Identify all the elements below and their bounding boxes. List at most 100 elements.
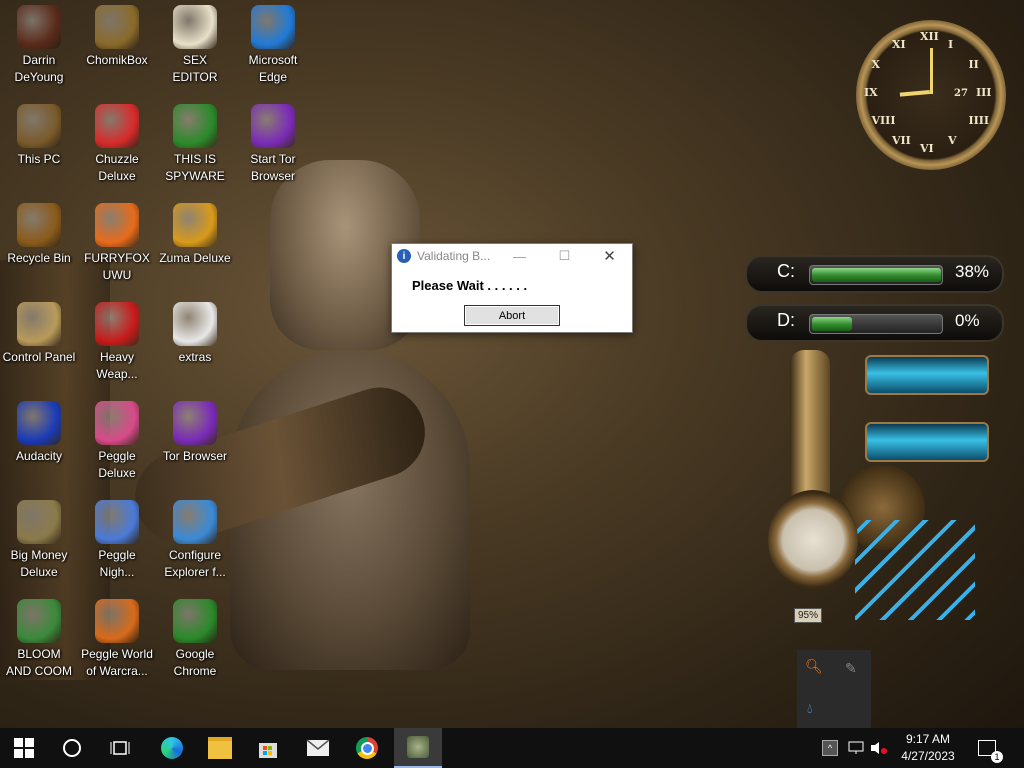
desktop-icon[interactable]: Chuzzle Deluxe [78, 104, 156, 185]
desktop-icon-label: FURRYFOX UWU [84, 251, 150, 282]
desktop-icon[interactable]: Control Panel [0, 302, 78, 366]
dialog-title: Validating B... [417, 249, 491, 263]
info-icon: i [397, 249, 411, 263]
desktop-icon[interactable]: Tor Browser [156, 401, 234, 465]
desktop-icon[interactable]: Configure Explorer f... [156, 500, 234, 581]
desktop-icon[interactable]: THIS IS SPYWARE [156, 104, 234, 185]
droplet-icon[interactable]: 💧︎ [807, 700, 813, 717]
taskbar-mail[interactable] [294, 728, 342, 768]
peggle-icon [95, 401, 139, 445]
desktop[interactable]: Darrin DeYoung ChomikBox SEX EDITOR Microso… [0, 0, 1024, 728]
desktop-icon[interactable]: BLOOM AND COOM [0, 599, 78, 680]
desktop-icon[interactable]: Big Money Deluxe [0, 500, 78, 581]
start-button[interactable] [0, 728, 48, 768]
drive-meter-c[interactable]: C: 38% [745, 255, 1004, 293]
peggle-icon [95, 599, 139, 643]
desktop-icon-label: THIS IS SPYWARE [165, 152, 225, 183]
drive-meter-d[interactable]: D: 0% [745, 304, 1004, 342]
desktop-icon[interactable]: extras [156, 302, 234, 366]
desktop-icon[interactable]: Darrin DeYoung [0, 5, 78, 86]
clock-numeral: IIII [968, 114, 990, 127]
desktop-icon[interactable]: This PC [0, 104, 78, 168]
desktop-icon[interactable]: Peggle Nigh... [78, 500, 156, 581]
close-button[interactable]: ✕ [587, 244, 632, 268]
drive-letter: C: [777, 261, 795, 281]
minimize-button[interactable]: — [497, 244, 542, 268]
notification-icon: 1 [978, 740, 1003, 763]
hxd-editor-icon [173, 5, 217, 49]
search-button[interactable] [48, 728, 96, 768]
desktop-icon-label: extras [178, 350, 212, 364]
clock-numeral: XI [892, 37, 906, 51]
desktop-icon[interactable]: SEX EDITOR [156, 5, 234, 86]
chrome-icon [356, 737, 378, 759]
show-hidden-icons-button[interactable]: ^ [818, 728, 842, 768]
clock-date: 4/27/2023 [901, 749, 955, 763]
taskbar-chrome[interactable] [343, 728, 391, 768]
drive-percent: 0% [955, 311, 980, 330]
desktop-icon[interactable]: Heavy Weap... [78, 302, 156, 383]
ram-tube [865, 422, 989, 462]
desktop-icon[interactable]: Peggle Deluxe [78, 401, 156, 482]
network-tray[interactable] [844, 728, 868, 768]
search-icon[interactable]: 🔍︎ [805, 658, 823, 675]
desktop-icon[interactable]: Start Tor Browser [234, 104, 312, 185]
clock-numeral: XII [920, 30, 939, 43]
tor-icon [173, 401, 217, 445]
desktop-icon[interactable]: Google Chrome [156, 599, 234, 680]
clock-numeral: II [968, 58, 979, 71]
desktop-icon[interactable]: Peggle World of Warcra... [78, 599, 156, 680]
desktop-icon-label: Zuma Deluxe [159, 251, 231, 265]
network-icon [848, 741, 864, 754]
dialog-titlebar[interactable]: i Validating B... — ☐ ✕ [392, 244, 632, 268]
clock-numeral: III [976, 86, 992, 99]
desktop-icon-label: Recycle Bin [7, 251, 71, 265]
desktop-icon[interactable]: Audacity [0, 401, 78, 465]
tray-overflow-flyout: 🔍︎ ✎ 💧︎ [797, 650, 871, 728]
file-icon [173, 302, 217, 346]
edge-icon [161, 737, 183, 759]
drive-usage-bar [809, 314, 943, 334]
desktop-icon[interactable]: Recycle Bin [0, 203, 78, 267]
taskbar-store[interactable] [244, 728, 292, 768]
action-center-button[interactable]: 1 [972, 728, 1003, 768]
system-clock[interactable]: 9:17 AM 4/27/2023 [886, 731, 970, 765]
computer-icon [17, 104, 61, 148]
desktop-icon[interactable]: ChomikBox [78, 5, 156, 69]
zuma-icon [173, 203, 217, 247]
dialog-message: Please Wait . . . . . . [412, 278, 528, 293]
desktop-icon-label: Peggle Deluxe [98, 449, 136, 480]
chuzzle-icon [95, 104, 139, 148]
taskbar-file-explorer[interactable] [196, 728, 244, 768]
taskbar-validating-app[interactable] [394, 728, 442, 768]
desktop-icon[interactable]: Zuma Deluxe [156, 203, 234, 267]
tool-icon[interactable]: ✎ [845, 660, 857, 677]
windows-logo-icon [14, 738, 34, 758]
clock-numeral: VIII [871, 114, 896, 127]
drive-usage-fill [812, 268, 941, 282]
steampunk-clock-widget[interactable]: XII I II III IIII V VI VII VIII IX X XI 27 [856, 20, 1006, 170]
clock-numeral: VI [920, 142, 934, 155]
mail-icon [306, 739, 330, 756]
chrome-icon [173, 599, 217, 643]
cpu-tube [865, 355, 989, 395]
shield-icon [173, 500, 217, 544]
drive-usage-fill [812, 317, 852, 331]
maximize-button[interactable]: ☐ [542, 244, 587, 268]
clock-numeral: X [871, 58, 881, 71]
peggle-icon [95, 500, 139, 544]
desktop-icon-label: Tor Browser [162, 449, 227, 463]
taskbar-edge[interactable] [148, 728, 196, 768]
desktop-icon[interactable]: Microsoft Edge [234, 5, 312, 86]
desktop-icon[interactable]: FURRYFOX UWU [78, 203, 156, 284]
clock-numeral: VII [892, 134, 911, 148]
desktop-icon-label: Audacity [15, 449, 63, 463]
chevron-up-icon: ^ [822, 740, 838, 756]
clock-numeral: I [948, 37, 954, 51]
task-view-button[interactable] [96, 728, 144, 768]
taskbar: ^ 9:17 AM 4/27/2023 1 [0, 728, 1024, 768]
notification-count-badge: 1 [991, 751, 1003, 763]
clock-time: 9:17 AM [905, 732, 951, 746]
abort-button[interactable]: Abort [464, 305, 560, 326]
pressure-gauge: 95% [768, 490, 858, 623]
